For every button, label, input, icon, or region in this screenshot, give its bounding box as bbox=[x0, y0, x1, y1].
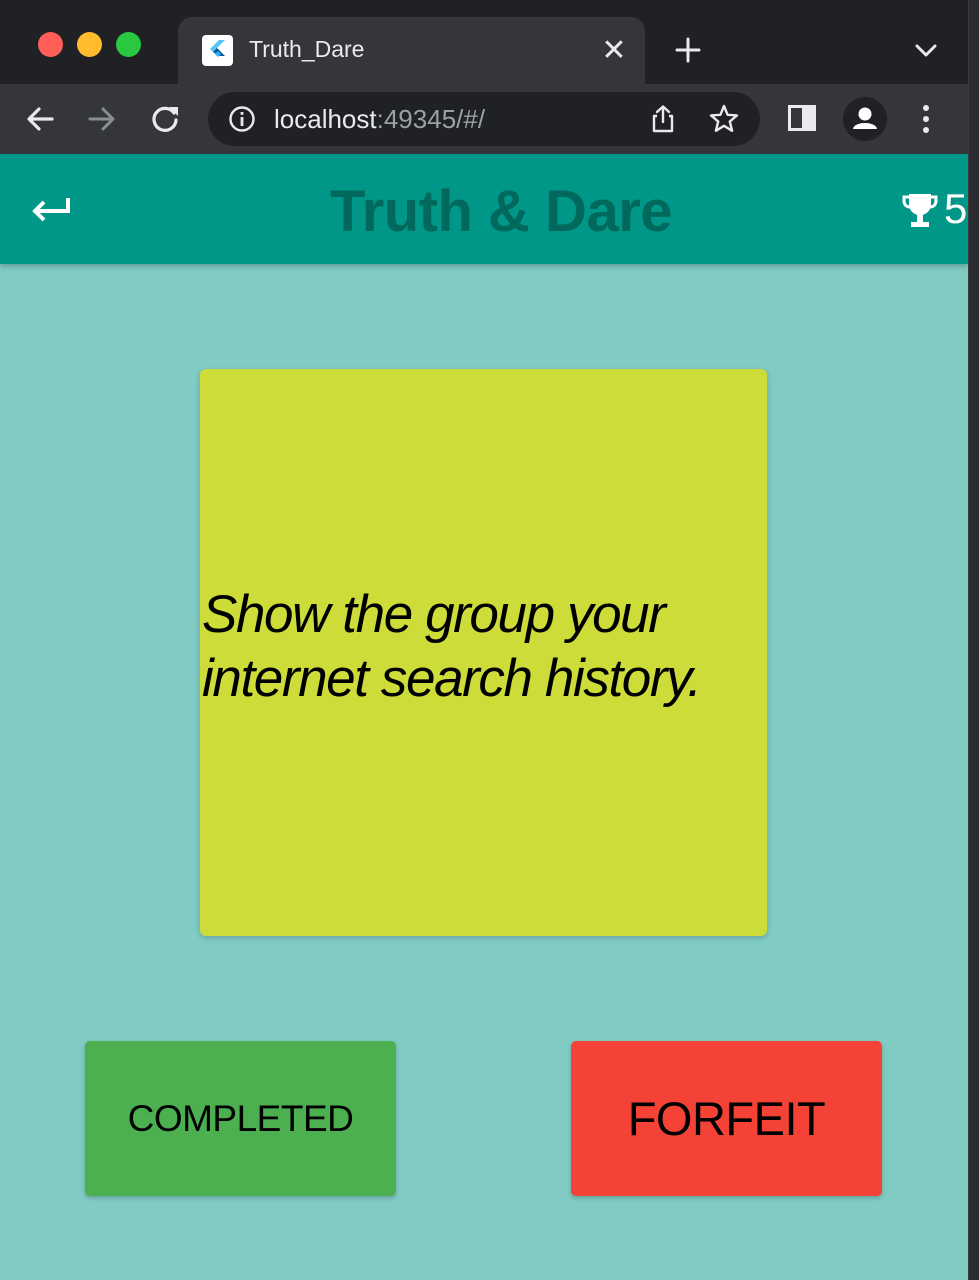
flutter-logo-icon bbox=[202, 35, 233, 66]
browser-window: Truth_Dare ✕ localhost:49345/#/ Truth & … bbox=[0, 0, 969, 1280]
new-tab-icon[interactable] bbox=[672, 34, 704, 66]
forfeit-button[interactable]: FORFEIT bbox=[571, 1041, 882, 1196]
side-panel-icon[interactable] bbox=[786, 102, 818, 134]
url-path: :49345/#/ bbox=[376, 104, 486, 134]
tab-close-icon[interactable]: ✕ bbox=[600, 36, 628, 66]
window-minimize-button[interactable] bbox=[77, 32, 102, 57]
more-vert-icon[interactable] bbox=[911, 102, 941, 136]
app-bar: Truth & Dare 5 bbox=[0, 154, 968, 264]
trophy-icon bbox=[900, 190, 940, 230]
forward-arrow-icon[interactable] bbox=[84, 101, 120, 137]
tab-title: Truth_Dare bbox=[249, 36, 365, 62]
window-maximize-button[interactable] bbox=[116, 32, 141, 57]
dare-prompt-text: Show the group your internet search hist… bbox=[202, 584, 702, 708]
completed-button[interactable]: COMPLETED bbox=[85, 1041, 396, 1196]
info-icon[interactable] bbox=[228, 105, 256, 133]
score-count: 5 bbox=[944, 185, 968, 232]
chevron-down-icon[interactable] bbox=[912, 38, 940, 62]
reload-icon[interactable] bbox=[147, 101, 183, 137]
profile-icon[interactable] bbox=[843, 97, 887, 141]
back-arrow-icon[interactable] bbox=[22, 101, 58, 137]
star-icon[interactable] bbox=[708, 103, 740, 135]
browser-toolbar: localhost:49345/#/ bbox=[0, 84, 968, 154]
window-edge bbox=[969, 0, 979, 1280]
address-bar[interactable]: localhost:49345/#/ bbox=[208, 92, 760, 146]
app-viewport: Truth & Dare 5 Show the group your inter… bbox=[0, 154, 968, 1280]
url-text[interactable]: localhost:49345/#/ bbox=[274, 106, 485, 132]
tab-strip: Truth_Dare ✕ bbox=[0, 0, 968, 84]
page-title: Truth & Dare bbox=[329, 179, 673, 244]
url-host: localhost bbox=[274, 104, 377, 134]
browser-tab[interactable]: Truth_Dare ✕ bbox=[178, 17, 645, 84]
share-icon[interactable] bbox=[648, 104, 678, 134]
window-close-button[interactable] bbox=[38, 32, 63, 57]
dare-card: Show the group your internet search hist… bbox=[200, 369, 767, 936]
